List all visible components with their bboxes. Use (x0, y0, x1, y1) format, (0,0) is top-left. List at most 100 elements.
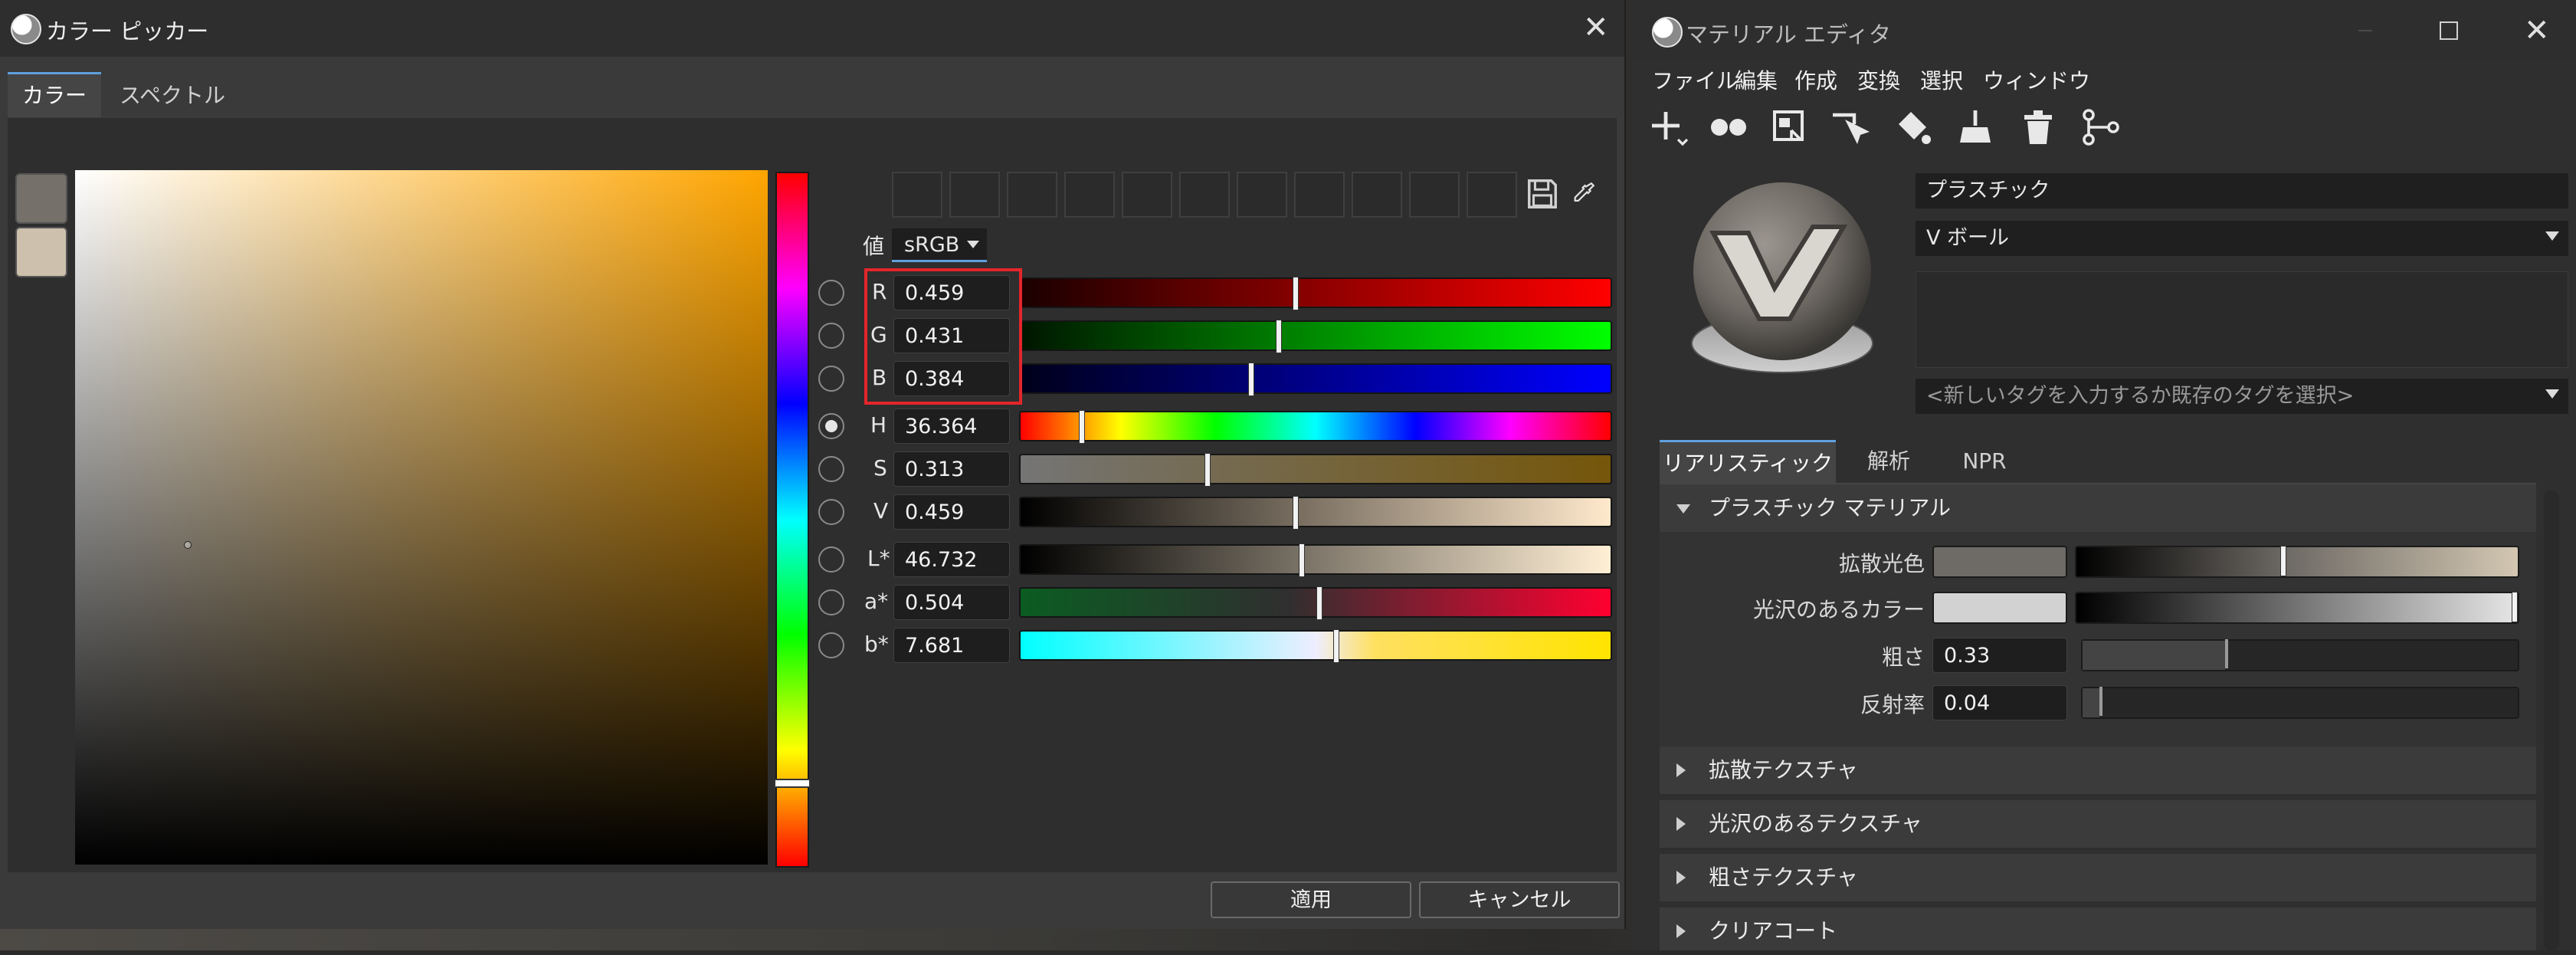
gloss-color-swatch[interactable] (1932, 592, 2067, 624)
section-gloss-texture[interactable]: 光沢のあるテクスチャ (1660, 800, 2536, 848)
hue-marker[interactable] (774, 779, 811, 788)
tab-npr[interactable]: NPR (1946, 440, 2023, 483)
notes-area[interactable] (1916, 271, 2568, 368)
radio-r[interactable] (818, 280, 844, 306)
menu-window[interactable]: ウィンドウ (1983, 64, 2090, 95)
slider-thumb[interactable] (1293, 496, 1299, 530)
hue-strip[interactable] (775, 172, 809, 868)
preset-swatch[interactable] (1064, 172, 1115, 218)
slider-b-star[interactable] (1019, 629, 1612, 663)
slider-thumb[interactable] (2512, 592, 2518, 622)
menu-file[interactable]: ファイル (1652, 64, 1738, 95)
close-icon[interactable]: ✕ (1583, 12, 1609, 43)
assign-icon[interactable] (1770, 106, 1810, 149)
radio-v[interactable] (818, 499, 844, 525)
preset-swatch[interactable] (1179, 172, 1230, 218)
slider-thumb[interactable] (2225, 639, 2228, 668)
close-icon[interactable]: ✕ (2524, 15, 2550, 46)
radio-g[interactable] (818, 323, 844, 349)
section-plastic-material[interactable]: プラスチック マテリアル (1660, 484, 2536, 532)
radio-s[interactable] (818, 456, 844, 482)
slider-a[interactable] (1019, 586, 1612, 620)
material-balls-icon[interactable] (1709, 106, 1748, 149)
tab-realistic[interactable]: リアリスティック (1660, 440, 1836, 485)
slider-g[interactable] (1019, 320, 1612, 353)
trash-icon[interactable] (2018, 106, 2058, 149)
apply-button[interactable]: 適用 (1211, 881, 1411, 918)
color-space-select[interactable]: sRGB (892, 228, 987, 262)
channel-input-a[interactable]: 0.504 (893, 585, 1010, 620)
diffuse-color-slider[interactable] (2075, 546, 2519, 578)
radio-h[interactable] (818, 413, 844, 439)
preset-swatch[interactable] (1352, 172, 1402, 218)
scrollbar[interactable] (2544, 491, 2559, 950)
gloss-color-slider[interactable] (2075, 592, 2519, 624)
broom-icon[interactable] (1955, 106, 1995, 149)
preset-swatch[interactable] (892, 172, 942, 218)
saturation-value-area[interactable] (75, 170, 768, 865)
material-name-field[interactable]: プラスチック (1916, 173, 2568, 208)
eyedropper-icon[interactable] (1571, 178, 1597, 208)
paint-bucket-icon[interactable] (1893, 106, 1932, 149)
menu-edit[interactable]: 編集 (1735, 64, 1778, 95)
previous-color-swatch[interactable] (15, 227, 67, 277)
material-preview[interactable] (1675, 173, 1889, 388)
slider-h[interactable] (1019, 410, 1612, 444)
diffuse-color-swatch[interactable] (1932, 546, 2067, 578)
preset-swatch[interactable] (1237, 172, 1287, 218)
channel-input-s[interactable]: 0.313 (893, 451, 1010, 487)
save-icon[interactable] (1525, 175, 1560, 213)
roughness-slider[interactable] (2081, 639, 2519, 671)
pick-icon[interactable] (1830, 106, 1870, 149)
slider-v[interactable] (1019, 496, 1612, 530)
slider-thumb[interactable] (1293, 277, 1299, 310)
slider-thumb[interactable] (1299, 543, 1305, 577)
cancel-button[interactable]: キャンセル (1419, 881, 1620, 918)
tab-spectrum[interactable]: スペクトル (115, 74, 230, 117)
slider-thumb[interactable] (2099, 687, 2102, 716)
slider-thumb[interactable] (2280, 546, 2286, 576)
channel-input-b-star[interactable]: 7.681 (893, 628, 1010, 663)
slider-thumb[interactable] (1276, 320, 1282, 353)
slider-s[interactable] (1019, 453, 1612, 487)
reflectivity-input[interactable]: 0.04 (1932, 685, 2067, 720)
radio-a[interactable] (818, 589, 844, 615)
preset-swatch[interactable] (1294, 172, 1345, 218)
slider-l[interactable] (1019, 543, 1612, 577)
slider-thumb[interactable] (1079, 410, 1085, 444)
channel-input-v[interactable]: 0.459 (893, 494, 1010, 530)
slider-thumb[interactable] (1333, 629, 1339, 663)
material-type-select[interactable]: V ボール (1916, 221, 2568, 256)
minimize-icon[interactable] (2354, 18, 2377, 41)
slider-thumb[interactable] (1204, 453, 1211, 487)
section-diffuse-texture[interactable]: 拡散テクスチャ (1660, 747, 2536, 794)
section-roughness-texture[interactable]: 粗さテクスチャ (1660, 854, 2536, 901)
slider-thumb[interactable] (1248, 363, 1254, 396)
menu-convert[interactable]: 変換 (1857, 64, 1900, 95)
menu-select[interactable]: 選択 (1920, 64, 1963, 95)
roughness-input[interactable]: 0.33 (1932, 638, 2067, 673)
section-clear-coat[interactable]: クリアコート (1660, 907, 2536, 950)
channel-input-h[interactable]: 36.364 (893, 409, 1010, 444)
preset-swatch[interactable] (1467, 172, 1517, 218)
radio-b[interactable] (818, 366, 844, 392)
maximize-icon[interactable] (2440, 21, 2458, 40)
preset-swatch[interactable] (949, 172, 1000, 218)
radio-b-star[interactable] (818, 632, 844, 658)
tab-color[interactable]: カラー (8, 72, 101, 117)
slider-r[interactable] (1019, 277, 1612, 310)
tab-analysis[interactable]: 解析 (1854, 440, 1923, 483)
preset-swatch[interactable] (1409, 172, 1460, 218)
slider-thumb[interactable] (1316, 586, 1322, 620)
tag-select[interactable]: <新しいタグを入力するか既存のタグを選択> (1916, 379, 2568, 414)
reflectivity-slider[interactable] (2081, 687, 2519, 719)
add-icon[interactable] (1649, 106, 1689, 149)
graph-icon[interactable] (2079, 106, 2119, 149)
preset-swatch[interactable] (1122, 172, 1172, 218)
radio-l[interactable] (818, 546, 844, 573)
sv-cursor[interactable] (184, 541, 192, 549)
channel-input-l[interactable]: 46.732 (893, 542, 1010, 577)
slider-b[interactable] (1019, 363, 1612, 396)
menu-create[interactable]: 作成 (1794, 64, 1837, 95)
preset-swatch[interactable] (1007, 172, 1057, 218)
